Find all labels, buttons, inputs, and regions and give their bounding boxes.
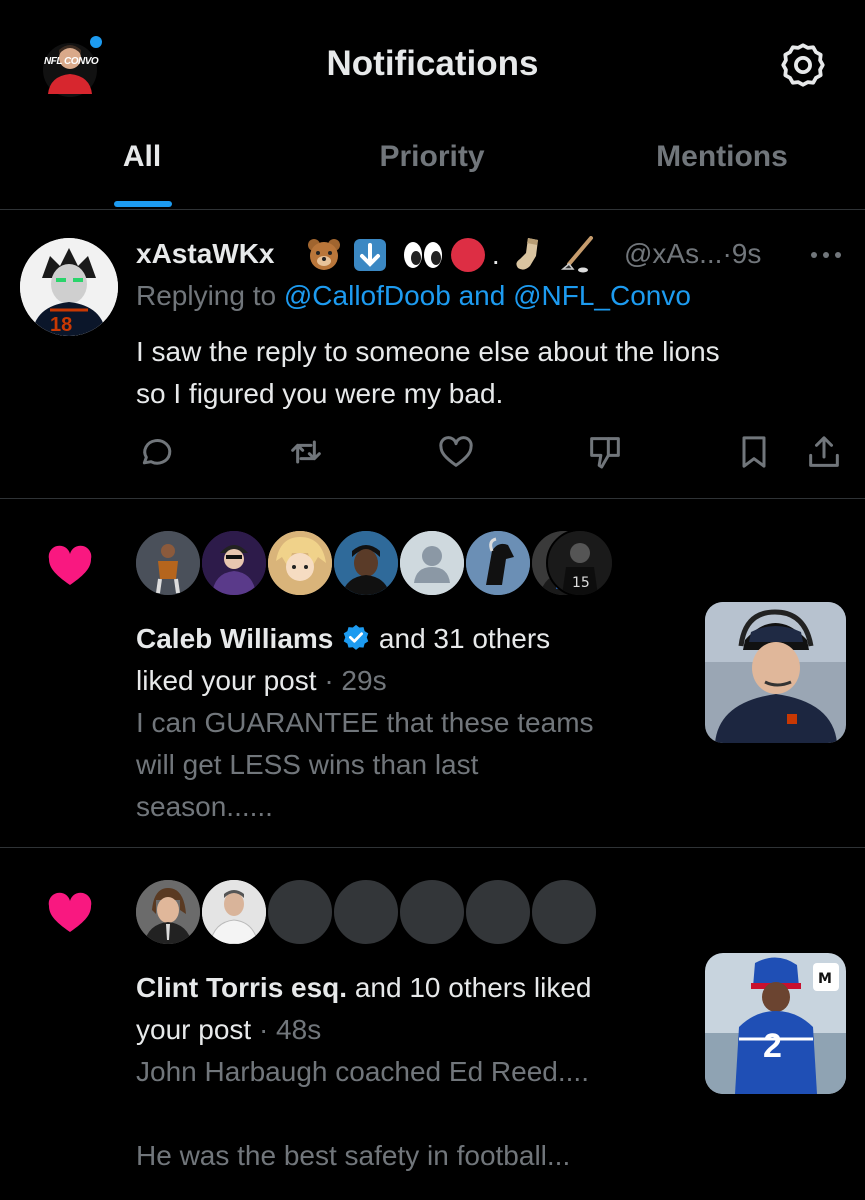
post-snippet[interactable]: I can GUARANTEE that these teams will ge… bbox=[136, 702, 676, 828]
down-arrow-emoji-icon bbox=[354, 239, 387, 271]
avatar-jersey-number: 18 bbox=[50, 314, 73, 336]
liked-label: liked your post bbox=[136, 665, 317, 696]
thumbnail-jersey-number: 2 bbox=[763, 1027, 782, 1065]
hockey-stick-emoji-icon bbox=[560, 236, 593, 273]
post-meta: @xAs...·9s bbox=[624, 234, 761, 274]
post-text-line: so I figured you were my bad. bbox=[136, 378, 504, 409]
eyes-emoji-icon bbox=[403, 242, 442, 268]
post-text: I saw the reply to someone else about th… bbox=[136, 331, 720, 415]
header: NFL CONVO Notifications All Priority Men… bbox=[0, 0, 865, 210]
bookmark-icon[interactable] bbox=[734, 432, 774, 472]
liker-avatar[interactable] bbox=[134, 878, 202, 946]
actor-name[interactable]: Clint Torris esq. bbox=[136, 972, 347, 1003]
others-count: and 10 others liked bbox=[347, 972, 592, 1003]
liker-avatar-placeholder bbox=[530, 878, 598, 946]
post-snippet[interactable]: John Harbaugh coached Ed Reed.... He was… bbox=[136, 1051, 676, 1177]
reply-notification[interactable]: 18 xAstaWKx . @xAs...·9s Replying to @Ca… bbox=[0, 210, 865, 498]
default-avatar-icon[interactable] bbox=[398, 529, 466, 597]
liker-avatar[interactable] bbox=[200, 529, 268, 597]
settings-gear-icon[interactable] bbox=[778, 40, 828, 90]
replying-to: Replying to @CallofDoob and @NFL_Convo bbox=[136, 275, 691, 317]
red-circle-emoji-icon bbox=[451, 238, 486, 272]
sock-emoji-icon bbox=[516, 238, 539, 270]
heart-icon bbox=[46, 890, 94, 934]
reply-icon[interactable] bbox=[136, 432, 176, 472]
post-time: ·9s bbox=[722, 238, 762, 269]
tab-all-label: All bbox=[122, 140, 162, 173]
replying-to-handles[interactable]: @CallofDoob and @NFL_Convo bbox=[284, 280, 691, 311]
liker-avatar[interactable] bbox=[266, 529, 334, 597]
liked-label: your post bbox=[136, 1014, 252, 1045]
more-options-icon[interactable] bbox=[808, 248, 844, 260]
post-text-line: I saw the reply to someone else about th… bbox=[136, 336, 720, 367]
actor-name[interactable]: Caleb Williams bbox=[136, 623, 333, 654]
liker-avatar[interactable]: 15 bbox=[546, 529, 614, 597]
name-emojis: . bbox=[306, 236, 597, 276]
tab-priority[interactable]: Priority bbox=[352, 140, 512, 174]
liker-avatar[interactable] bbox=[134, 529, 202, 597]
repost-icon[interactable] bbox=[286, 432, 326, 472]
others-count: and 31 others bbox=[371, 623, 551, 654]
page-title: Notifications bbox=[326, 44, 539, 83]
like-icon[interactable] bbox=[436, 432, 476, 472]
heart-icon bbox=[46, 543, 94, 587]
liker-avatar[interactable] bbox=[332, 529, 400, 597]
like-notification[interactable]: Clint Torris esq. and 10 others liked yo… bbox=[0, 848, 865, 1200]
notification-time: · 48s bbox=[251, 1014, 322, 1045]
liker-avatars: 15 bbox=[134, 529, 614, 599]
user-handle[interactable]: @xAs... bbox=[624, 238, 722, 269]
liker-avatar-placeholder bbox=[464, 878, 532, 946]
notification-time: · 29s bbox=[316, 665, 387, 696]
bear-emoji-icon bbox=[308, 239, 340, 270]
snippet-line: season...... bbox=[136, 791, 273, 822]
liker-avatar[interactable] bbox=[464, 529, 532, 597]
snippet-line: I can GUARANTEE that these teams bbox=[136, 707, 594, 738]
like-notification[interactable]: 15 Caleb Williams and 31 others liked yo… bbox=[0, 499, 865, 847]
active-tab-indicator bbox=[114, 201, 172, 207]
tab-mentions-label: Mentions bbox=[656, 140, 788, 173]
display-name[interactable]: xAstaWKx bbox=[136, 238, 274, 269]
user-avatar[interactable]: 18 bbox=[20, 238, 118, 336]
post-thumbnail[interactable]: M 2 bbox=[705, 953, 846, 1094]
post-header-line: xAstaWKx bbox=[136, 234, 274, 274]
tab-priority-label: Priority bbox=[379, 140, 485, 173]
tab-mentions[interactable]: Mentions bbox=[632, 140, 812, 174]
snippet-line: He was the best safety in football... bbox=[136, 1140, 571, 1171]
notification-text: Clint Torris esq. and 10 others liked yo… bbox=[136, 967, 676, 1177]
svg-text:15: 15 bbox=[572, 575, 590, 591]
svg-text:M: M bbox=[818, 971, 832, 987]
notification-text: Caleb Williams and 31 others liked your … bbox=[136, 618, 676, 828]
liker-avatar[interactable] bbox=[200, 878, 268, 946]
snippet-blank-line bbox=[136, 1093, 676, 1135]
share-icon[interactable] bbox=[804, 432, 844, 472]
dislike-icon[interactable] bbox=[585, 432, 625, 472]
post-thumbnail[interactable] bbox=[705, 602, 846, 743]
tab-all[interactable]: All bbox=[92, 140, 192, 174]
verified-badge-icon bbox=[343, 624, 369, 650]
liker-avatar-placeholder bbox=[332, 878, 400, 946]
replying-to-label: Replying to bbox=[136, 280, 284, 311]
snippet-line: John Harbaugh coached Ed Reed.... bbox=[136, 1056, 589, 1087]
snippet-line: will get LESS wins than last bbox=[136, 749, 479, 780]
liker-avatars bbox=[134, 878, 614, 948]
liker-avatar-placeholder bbox=[398, 878, 466, 946]
liker-avatar-placeholder bbox=[266, 878, 334, 946]
